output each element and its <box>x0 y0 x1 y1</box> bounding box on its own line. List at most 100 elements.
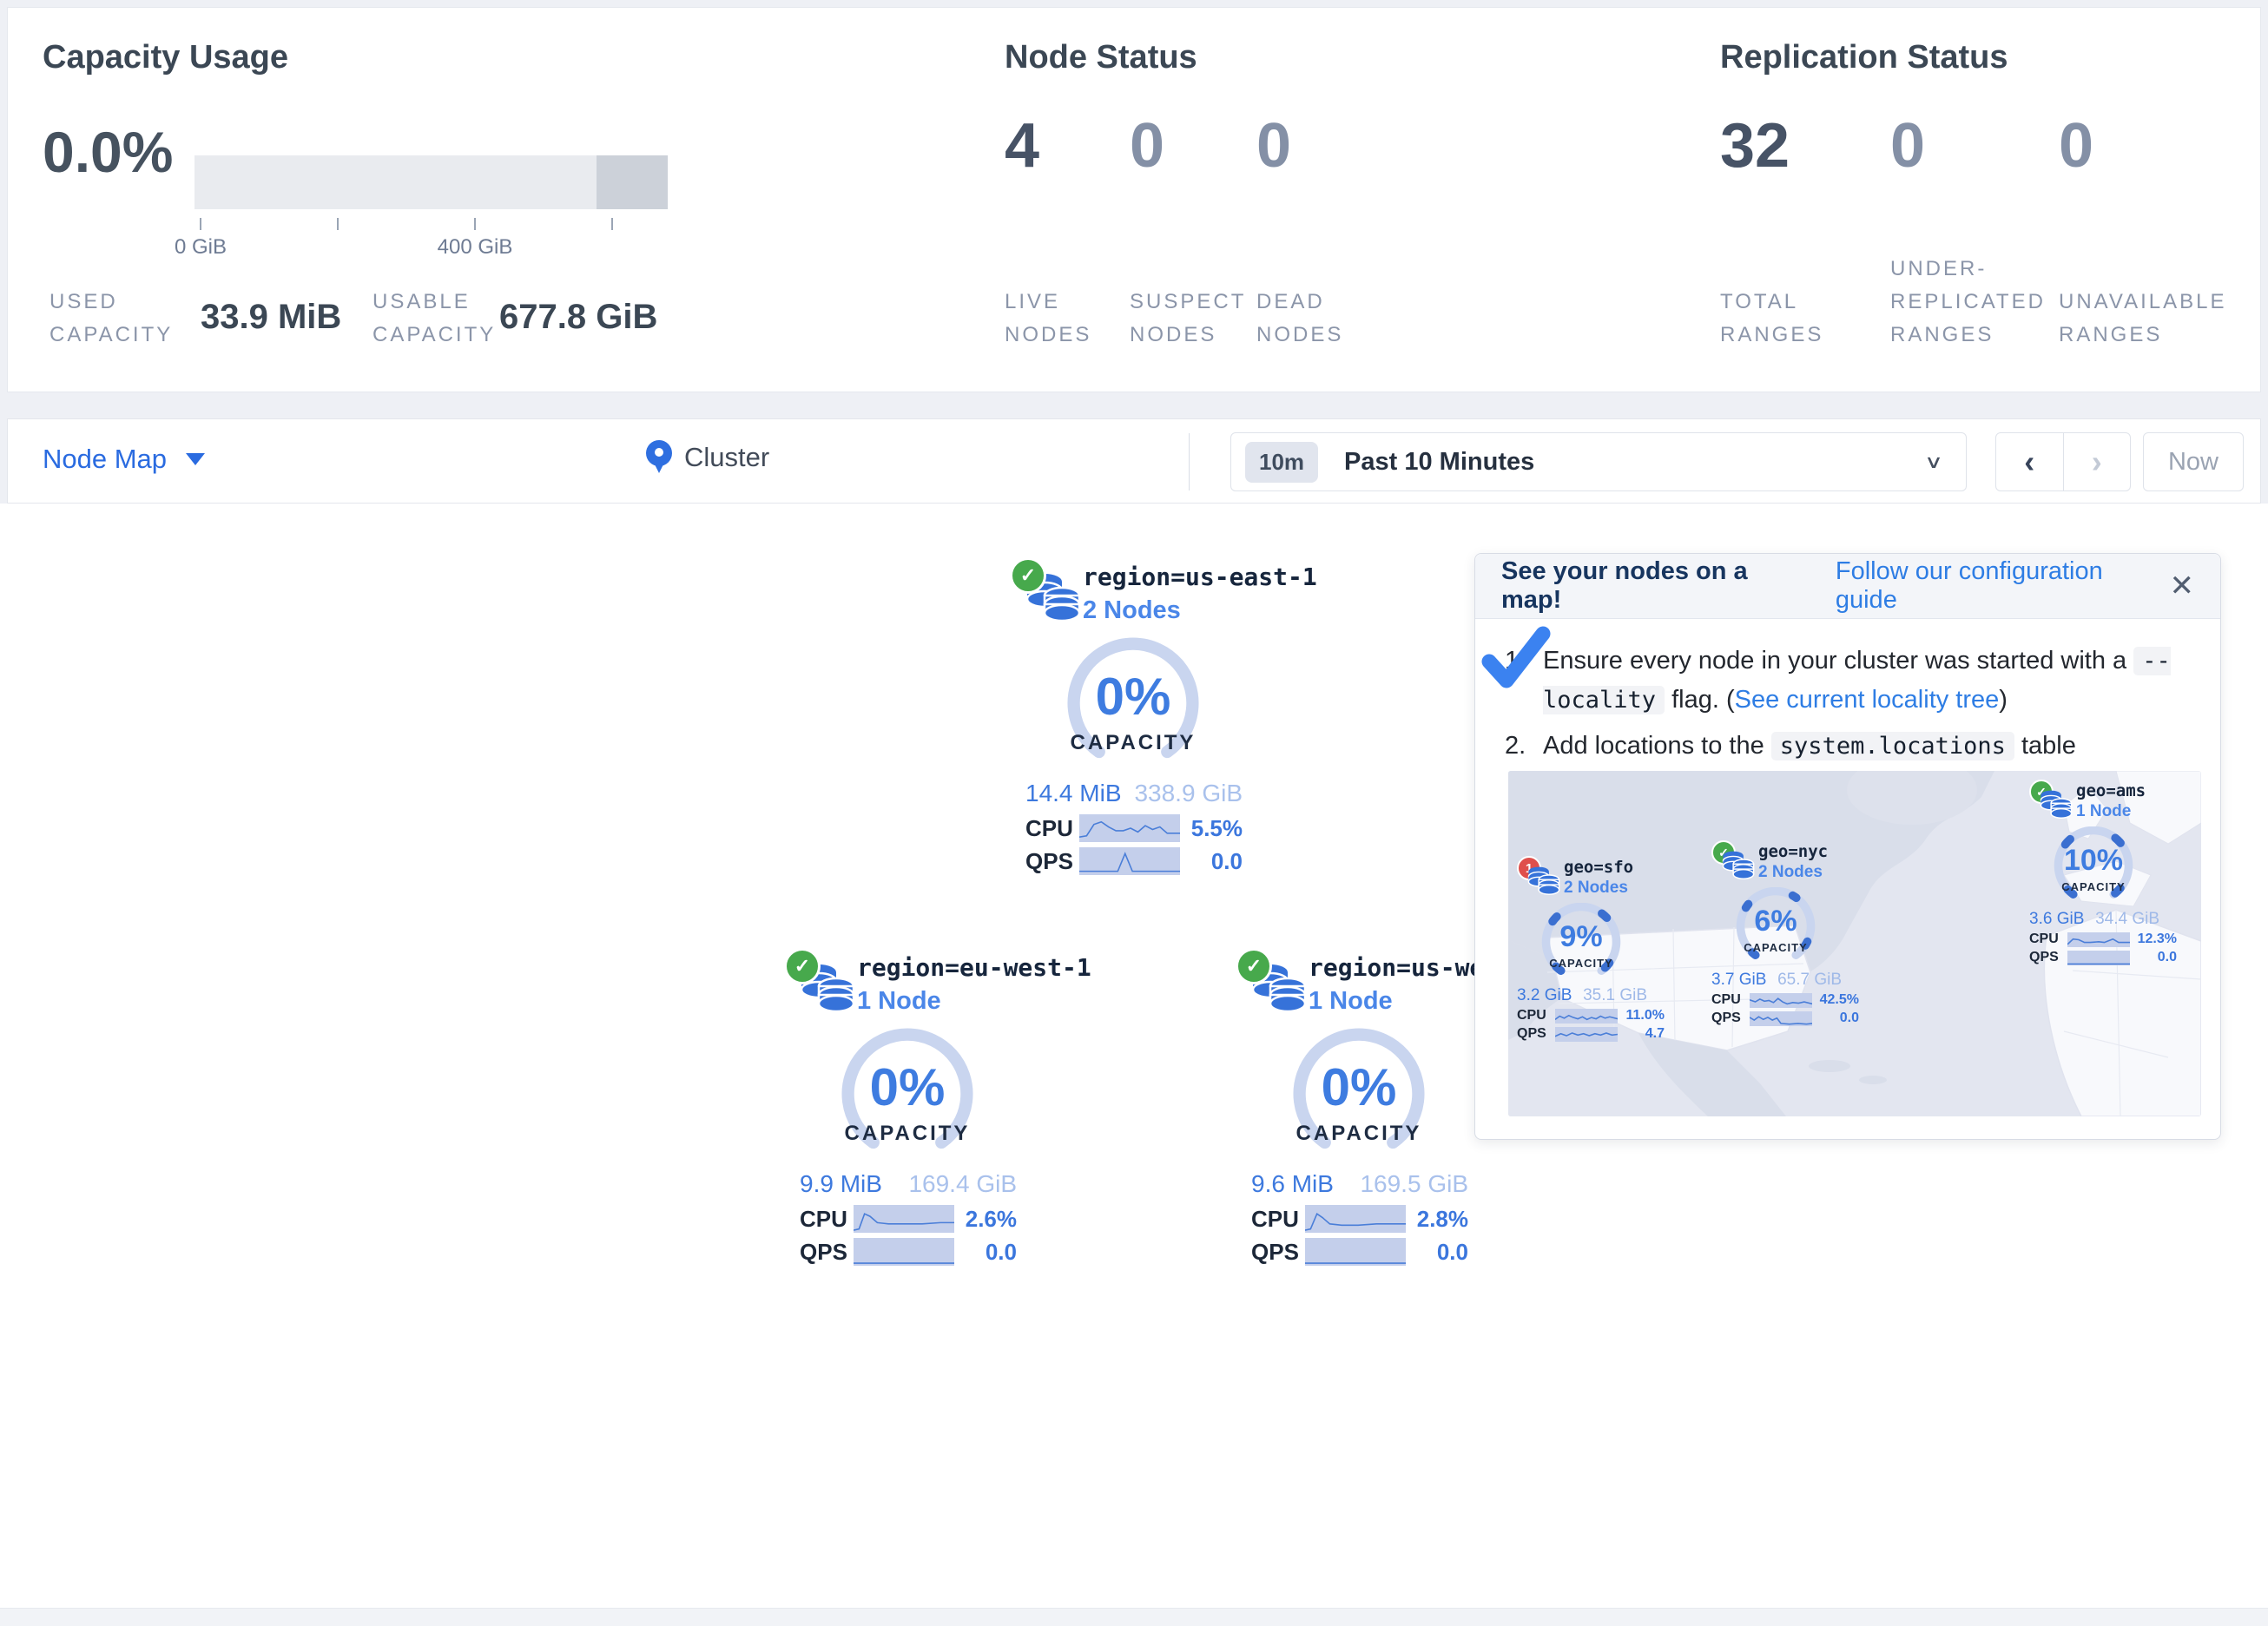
qps-label: QPS <box>1025 848 1079 875</box>
axis-tick <box>611 218 613 230</box>
node-status-title: Node Status <box>1005 39 1197 76</box>
capacity-usage-title: Capacity Usage <box>43 39 288 76</box>
total-capacity: 169.4 GiB <box>908 1170 1017 1198</box>
capacity-gauge: 6% CAPACITY <box>1720 887 1831 965</box>
region-node-eu-west-1[interactable]: ✓ region=eu-west-1 1 Node 0% CAPACITY 9.… <box>777 951 1038 1266</box>
cpu-value: 2.6% <box>966 1206 1017 1233</box>
cpu-value: 5.5% <box>1191 815 1243 842</box>
region-nodes-link[interactable]: 2 Nodes <box>1083 596 1317 625</box>
axis-tick <box>474 218 476 230</box>
capacity-percent: 6% <box>1720 905 1831 938</box>
qps-sparkline <box>1305 1238 1406 1266</box>
region-node-us-west-1[interactable]: ✓ region=us-west-1 1 Node 0% CAPACITY 9.… <box>1229 951 1489 1266</box>
now-button[interactable]: Now <box>2143 432 2244 491</box>
status-healthy-icon: ✓ <box>784 948 821 984</box>
time-back-button[interactable]: ‹ <box>1996 433 2064 490</box>
qps-label: QPS <box>1251 1239 1305 1266</box>
qps-label: QPS <box>800 1239 854 1266</box>
map-toolbar: Node Map Cluster 10m Past 10 Minutes ∨ ‹… <box>7 418 2261 504</box>
axis-tick <box>200 218 201 230</box>
cpu-sparkline <box>854 1205 954 1233</box>
used-capacity: 3.6 GiB <box>2029 910 2084 929</box>
cpu-value: 42.5% <box>1820 992 1859 1008</box>
breadcrumb-cluster[interactable]: Cluster <box>646 440 769 475</box>
qps-value: 0.0 <box>2158 950 2177 965</box>
total-capacity: 35.1 GiB <box>1583 986 1647 1005</box>
cpu-sparkline <box>2067 932 2130 947</box>
region-nodes-link: 2 Nodes <box>1564 879 1633 898</box>
view-selector-label: Node Map <box>43 444 167 475</box>
locality-tree-link[interactable]: See current locality tree <box>1735 686 2000 714</box>
time-forward-button[interactable]: › <box>2064 433 2131 490</box>
geo-node-nyc[interactable]: ✓ geo=nyc 2 Nodes 6% CAPACITY <box>1710 842 1909 1026</box>
geo-node-ams[interactable]: ✓ geo=ams 1 Node 10% CAPACITY <box>2027 781 2201 965</box>
region-label: region=us-east-1 <box>1083 563 1317 591</box>
status-healthy-icon: ✓ <box>1236 948 1272 984</box>
axis-tick-label: 400 GiB <box>438 235 513 260</box>
qps-value: 0.0 <box>1437 1239 1468 1266</box>
usable-capacity-label: USABLE CAPACITY <box>373 286 496 352</box>
capacity-gauge: 9% CAPACITY <box>1526 903 1637 981</box>
qps-value: 0.0 <box>1211 848 1243 875</box>
total-ranges-count: 32 <box>1720 110 1790 181</box>
live-nodes-label: LIVE NODES <box>1005 286 1118 352</box>
map-pin-icon <box>646 440 672 475</box>
view-selector-dropdown[interactable]: Node Map <box>43 444 205 475</box>
live-nodes-count: 4 <box>1005 110 1039 181</box>
used-capacity: 14.4 MiB <box>1025 780 1122 807</box>
capacity-gauge: 0% CAPACITY <box>1038 637 1229 769</box>
qps-value: 4.7 <box>1645 1026 1665 1042</box>
capacity-caption: CAPACITY <box>812 1122 1003 1146</box>
cpu-sparkline <box>1750 993 1812 1008</box>
geo-node-sfo[interactable]: 1 geo=sfo 2 Nodes 9% CAPACITY <box>1515 858 1715 1042</box>
capacity-gauge: 10% CAPACITY <box>2038 826 2149 905</box>
capacity-caption: CAPACITY <box>1263 1122 1454 1146</box>
cpu-sparkline <box>1305 1205 1406 1233</box>
node-map-canvas: ✓ region=us-east-1 2 Nodes 0% CAPACITY 1… <box>0 504 2268 1608</box>
step-text: ) <box>1999 686 2008 714</box>
suspect-nodes-count: 0 <box>1130 110 1164 181</box>
cluster-summary-bar: Capacity Usage 0.0% 0 GiB 400 GiB USED C… <box>7 7 2261 392</box>
under-replicated-ranges-count: 0 <box>1890 110 1925 181</box>
used-capacity: 9.9 MiB <box>800 1170 882 1198</box>
qps-sparkline <box>854 1238 954 1266</box>
qps-value: 0.0 <box>986 1239 1017 1266</box>
region-nodes-link[interactable]: 1 Node <box>857 987 1091 1016</box>
time-range-select[interactable]: 10m Past 10 Minutes ∨ <box>1230 432 1967 491</box>
used-capacity-value: 33.9 MiB <box>201 298 341 337</box>
used-capacity: 3.2 GiB <box>1517 986 1572 1005</box>
popup-title: See your nodes on a map! <box>1501 557 1813 615</box>
capacity-percent: 9% <box>1526 920 1637 954</box>
total-capacity: 169.5 GiB <box>1360 1170 1468 1198</box>
time-range-value: Past 10 Minutes <box>1344 448 1534 477</box>
capacity-caption: CAPACITY <box>1526 957 1637 970</box>
capacity-bar-usable-segment <box>194 155 597 209</box>
configuration-guide-link[interactable]: Follow our configuration guide <box>1836 557 2170 615</box>
qps-label: QPS <box>1711 1010 1750 1026</box>
toolbar-divider <box>1189 433 1190 490</box>
close-icon[interactable]: ✕ <box>2170 571 2195 601</box>
cpu-value: 12.3% <box>2138 931 2177 947</box>
region-node-us-east-1[interactable]: ✓ region=us-east-1 2 Nodes 0% CAPACITY 1… <box>1003 561 1263 875</box>
capacity-bar-other-segment <box>597 155 668 209</box>
database-icon <box>1722 851 1755 880</box>
replication-status-title: Replication Status <box>1720 39 2008 76</box>
cpu-sparkline <box>1555 1009 1618 1024</box>
capacity-caption: CAPACITY <box>2038 880 2149 893</box>
nodes-on-map-popup: See your nodes on a map! Follow our conf… <box>1474 553 2221 1140</box>
region-label: region=eu-west-1 <box>857 953 1091 982</box>
cpu-sparkline <box>1079 814 1180 842</box>
database-icon <box>1527 866 1560 896</box>
capacity-percent: 0% <box>1038 667 1229 727</box>
region-label: geo=nyc <box>1758 842 1828 861</box>
chevron-down-icon: ∨ <box>1924 451 1943 473</box>
step-number: 2. <box>1505 727 1526 766</box>
step-done-check-icon <box>1479 622 1553 696</box>
cpu-label: CPU <box>1251 1206 1305 1233</box>
cpu-value: 11.0% <box>1626 1008 1665 1024</box>
breadcrumb-label: Cluster <box>684 442 769 473</box>
axis-tick <box>337 218 339 230</box>
qps-sparkline <box>1555 1027 1618 1042</box>
suspect-nodes-label: SUSPECT NODES <box>1130 286 1260 352</box>
status-healthy-icon: ✓ <box>1010 557 1046 594</box>
